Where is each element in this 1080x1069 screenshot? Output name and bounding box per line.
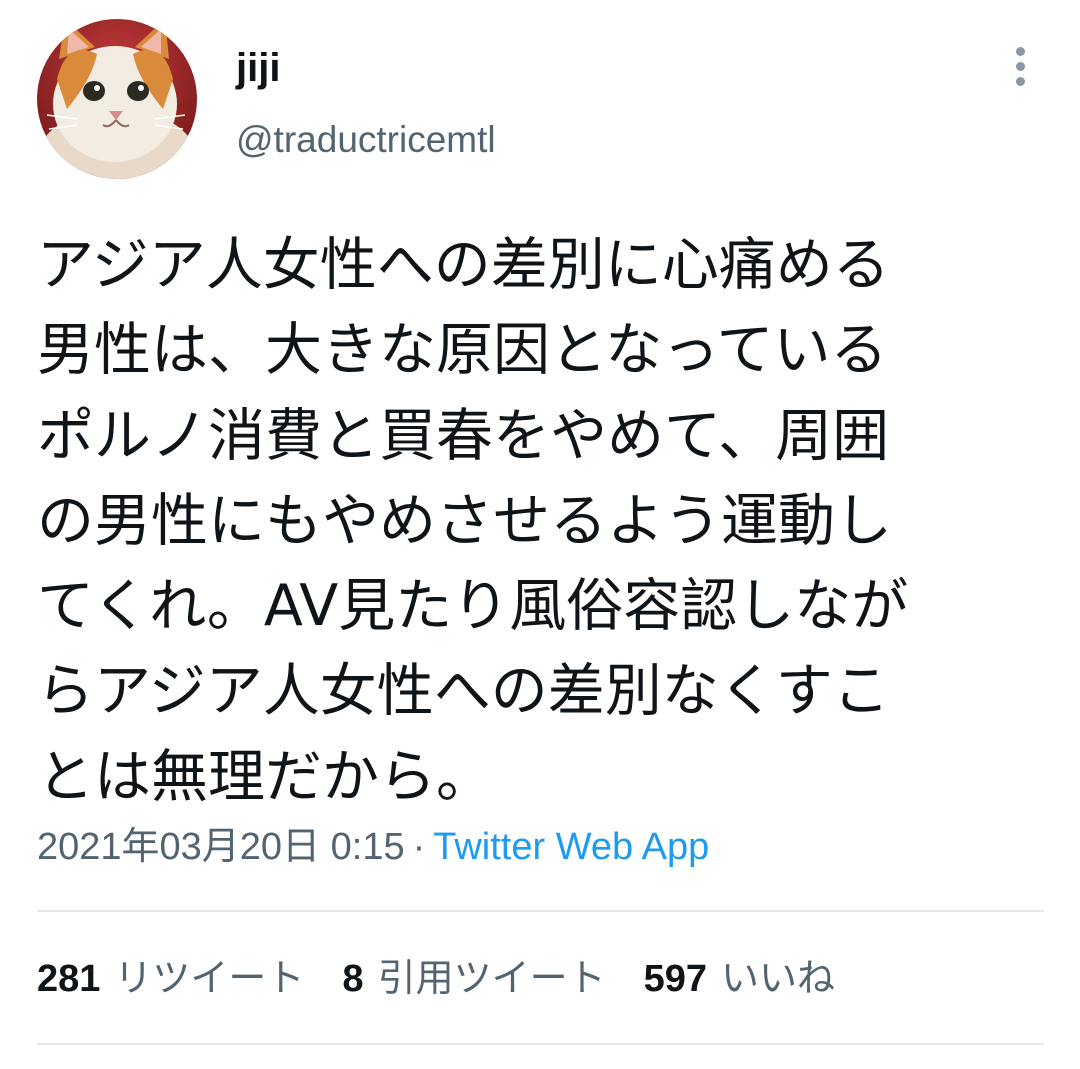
display-name[interactable]: jiji (236, 44, 280, 92)
tweet-detail: jiji @traductricemtl アジア人女性への差別に心痛める 男性は… (0, 0, 1080, 1069)
quote-tweets-label: 引用ツイート (377, 958, 606, 1000)
more-dot-icon (1015, 61, 1025, 71)
user-handle[interactable]: @traductricemtl (236, 117, 496, 163)
more-options-button[interactable] (1000, 40, 1040, 92)
avatar[interactable] (37, 19, 197, 179)
quote-tweets-stat[interactable]: 8 引用ツイート (342, 953, 605, 1005)
more-dot-icon (1015, 46, 1025, 56)
more-dot-icon (1015, 76, 1025, 86)
kitten-avatar-icon (37, 19, 197, 179)
retweets-label: リツイート (114, 958, 305, 1000)
likes-label: いいね (720, 958, 835, 1000)
divider (37, 910, 1044, 912)
engagement-stats: 281 リツイート 8 引用ツイート 597 いいね (37, 953, 873, 1005)
tweet-meta: 2021年03月20日 0:15 · Twitter Web App (37, 822, 709, 872)
tweet-text: アジア人女性への差別に心痛める 男性は、大きな原因となっている ポルノ消費と買春… (37, 232, 909, 810)
likes-stat[interactable]: 597 いいね (644, 953, 835, 1005)
quote-tweets-count: 8 (342, 958, 364, 1000)
meta-separator: · (412, 826, 426, 868)
tweet-source-link[interactable]: Twitter Web App (433, 826, 709, 868)
divider (37, 1043, 1044, 1045)
retweets-stat[interactable]: 281 リツイート (37, 953, 304, 1005)
likes-count: 597 (643, 958, 707, 1000)
tweet-timestamp[interactable]: 2021年03月20日 0:15 (37, 826, 405, 868)
retweets-count: 281 (37, 958, 101, 1000)
